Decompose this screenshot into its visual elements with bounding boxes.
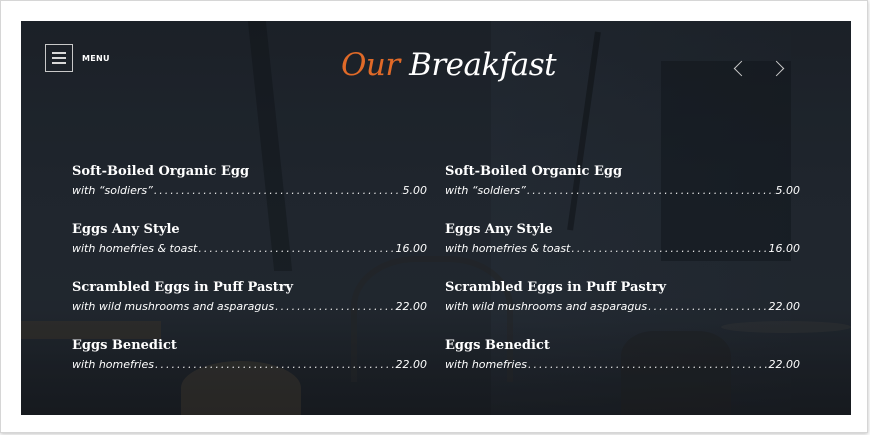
dot-leader: ........................................… <box>275 300 394 313</box>
dot-leader: ........................................… <box>198 242 394 255</box>
title-main: Breakfast <box>409 47 557 83</box>
menu-item-price: 22.00 <box>768 358 801 371</box>
menu-item-row: with homefries .........................… <box>72 358 427 372</box>
dot-leader: ........................................… <box>154 358 395 371</box>
menu-item-price: 22.00 <box>768 300 801 313</box>
dot-leader: ........................................… <box>571 242 767 255</box>
menu-item-price: 5.00 <box>775 184 801 197</box>
page-title: Our Breakfast <box>341 47 557 83</box>
menu-item-price: 5.00 <box>402 184 428 197</box>
hamburger-line <box>52 57 66 59</box>
menu-item: Scrambled Eggs in Puff Pastry with wild … <box>72 280 427 338</box>
menu-item-price: 16.00 <box>395 242 428 255</box>
menu-item-description: with “soldiers” <box>445 184 526 197</box>
menu-item-name: Eggs Benedict <box>445 338 550 353</box>
menu-item: Eggs Benedict with homefries ...........… <box>72 338 427 396</box>
menu-item: Soft-Boiled Organic Egg with “soldiers” … <box>445 164 800 222</box>
menu-item-price: 16.00 <box>768 242 801 255</box>
menu-item-description: with homefries & toast <box>445 242 571 255</box>
dot-leader: ........................................… <box>527 358 768 371</box>
menu-item: Soft-Boiled Organic Egg with “soldiers” … <box>72 164 427 222</box>
hamburger-line <box>52 52 66 54</box>
menu-column-right: Soft-Boiled Organic Egg with “soldiers” … <box>445 164 800 396</box>
menu-item-description: with “soldiers” <box>72 184 153 197</box>
menu-item-row: with “soldiers” ........................… <box>445 184 800 198</box>
breakfast-menu-section: MENU Our Breakfast Soft-Boiled Organic E… <box>21 21 851 415</box>
menu-item-row: with wild mushrooms and asparagus ......… <box>72 300 427 314</box>
menu-item-row: with homefries & toast .................… <box>445 242 800 256</box>
menu-item-name: Eggs Benedict <box>72 338 177 353</box>
menu-item-description: with wild mushrooms and asparagus <box>445 300 648 313</box>
menu-item-name: Eggs Any Style <box>72 222 180 237</box>
menu-item: Eggs Any Style with homefries & toast ..… <box>72 222 427 280</box>
menu-item-name: Eggs Any Style <box>445 222 553 237</box>
menu-item-name: Scrambled Eggs in Puff Pastry <box>72 280 294 295</box>
menu-item-description: with homefries & toast <box>72 242 198 255</box>
dot-leader: ........................................… <box>648 300 767 313</box>
dot-leader: ........................................… <box>153 184 402 197</box>
menu-item-description: with homefries <box>72 358 154 371</box>
menu-item-row: with homefries & toast .................… <box>72 242 427 256</box>
menu-item-name: Soft-Boiled Organic Egg <box>445 164 623 179</box>
menu-button-label[interactable]: MENU <box>82 54 110 63</box>
menu-item-name: Scrambled Eggs in Puff Pastry <box>445 280 667 295</box>
menu-item-row: with homefries .........................… <box>445 358 800 372</box>
screenshot-frame: MENU Our Breakfast Soft-Boiled Organic E… <box>0 0 868 433</box>
menu-item-price: 22.00 <box>395 358 428 371</box>
menu-item: Eggs Benedict with homefries ...........… <box>445 338 800 396</box>
menu-column-left: Soft-Boiled Organic Egg with “soldiers” … <box>72 164 427 396</box>
menu-item: Scrambled Eggs in Puff Pastry with wild … <box>445 280 800 338</box>
hamburger-line <box>52 62 66 64</box>
hamburger-icon[interactable] <box>45 44 73 72</box>
dot-leader: ........................................… <box>526 184 775 197</box>
title-accent: Our <box>341 47 400 83</box>
menu-item-price: 22.00 <box>395 300 428 313</box>
menu-item-row: with “soldiers” ........................… <box>72 184 427 198</box>
menu-item-description: with wild mushrooms and asparagus <box>72 300 275 313</box>
menu-item-description: with homefries <box>445 358 527 371</box>
menu-item-name: Soft-Boiled Organic Egg <box>72 164 250 179</box>
menu-item: Eggs Any Style with homefries & toast ..… <box>445 222 800 280</box>
menu-item-row: with wild mushrooms and asparagus ......… <box>445 300 800 314</box>
